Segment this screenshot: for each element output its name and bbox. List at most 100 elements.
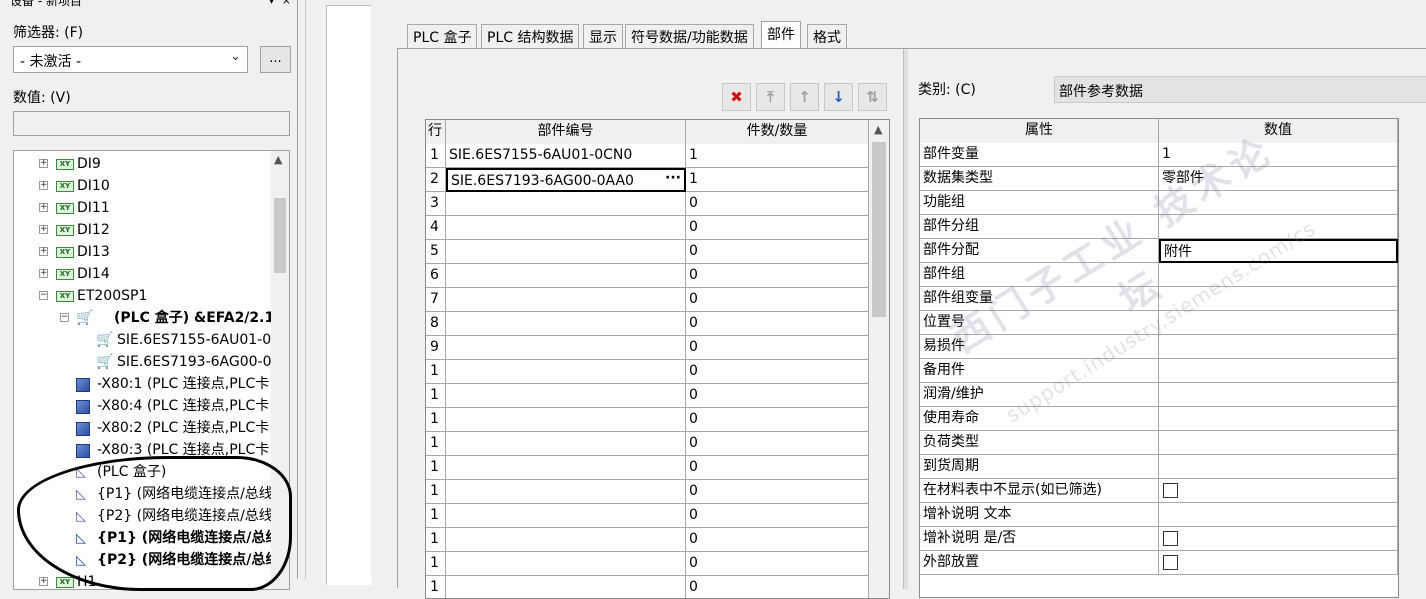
- property-row[interactable]: 部件组变量: [920, 287, 1398, 311]
- tree-item[interactable]: ◺ {P1} (网络电缆连接点/总线: [14, 527, 272, 549]
- part-number-cell[interactable]: [446, 552, 686, 576]
- property-row[interactable]: 部件分组: [920, 215, 1398, 239]
- quantity-cell[interactable]: 0: [686, 552, 869, 576]
- quantity-cell[interactable]: 0: [686, 456, 869, 480]
- category-select[interactable]: 部件参考数据: [1054, 76, 1426, 103]
- property-value[interactable]: 1: [1159, 143, 1398, 167]
- tree-item[interactable]: + XY DI14: [14, 263, 272, 285]
- part-number-cell[interactable]: [446, 288, 686, 312]
- table-row[interactable]: 10: [426, 360, 869, 384]
- collapse-icon[interactable]: −: [39, 291, 48, 300]
- property-row[interactable]: 功能组: [920, 191, 1398, 215]
- part-number-cell[interactable]: [446, 504, 686, 528]
- part-number-cell[interactable]: [446, 192, 686, 216]
- table-row[interactable]: 60: [426, 264, 869, 288]
- table-row[interactable]: 30: [426, 192, 869, 216]
- expand-icon[interactable]: +: [39, 577, 48, 586]
- delete-icon[interactable]: ✖: [722, 83, 751, 111]
- table-row[interactable]: 10: [426, 408, 869, 432]
- table-row[interactable]: 1 SIE.6ES7155-6AU01-0CN0 1: [426, 144, 869, 168]
- property-row[interactable]: 易损件: [920, 335, 1398, 359]
- expand-icon[interactable]: +: [39, 159, 48, 168]
- quantity-cell[interactable]: 0: [686, 480, 869, 504]
- table-row[interactable]: 80: [426, 312, 869, 336]
- quantity-cell[interactable]: 0: [686, 504, 869, 528]
- table-row[interactable]: 10: [426, 384, 869, 408]
- property-row[interactable]: 部件组: [920, 263, 1398, 287]
- tree-item[interactable]: + XY DI13: [14, 241, 272, 263]
- table-row[interactable]: 10: [426, 552, 869, 576]
- tree-item[interactable]: ◺ {P1} (网络电缆连接点/总线: [14, 483, 272, 505]
- property-value[interactable]: [1159, 431, 1398, 455]
- property-value[interactable]: [1159, 503, 1398, 527]
- scroll-up-icon[interactable]: ▲: [274, 153, 282, 166]
- table-row[interactable]: 50: [426, 240, 869, 264]
- tree-item[interactable]: − 🛒 (PLC 盒子) &EFA2/2.1: [14, 307, 272, 329]
- panel-title-buttons[interactable]: ▾ ×: [269, 0, 293, 7]
- quantity-cell[interactable]: 0: [686, 576, 869, 598]
- part-number-cell[interactable]: [446, 360, 686, 384]
- property-value[interactable]: [1159, 335, 1398, 359]
- quantity-cell[interactable]: 0: [686, 312, 869, 336]
- tree-item[interactable]: -X80:3 (PLC 连接点,PLC卡: [14, 439, 272, 461]
- quantity-cell[interactable]: 0: [686, 240, 869, 264]
- quantity-cell[interactable]: 1: [686, 144, 869, 168]
- property-row[interactable]: 使用寿命: [920, 407, 1398, 431]
- tree-item[interactable]: + XY DI12: [14, 219, 272, 241]
- scroll-thumb[interactable]: [274, 198, 286, 273]
- filter-select[interactable]: - 未激活 - ⌄: [13, 46, 248, 73]
- property-value[interactable]: 附件: [1159, 239, 1398, 263]
- property-value[interactable]: [1159, 383, 1398, 407]
- part-number-cell[interactable]: [446, 264, 686, 288]
- property-value[interactable]: [1159, 263, 1398, 287]
- property-value[interactable]: 零部件: [1159, 167, 1398, 191]
- part-number-cell[interactable]: [446, 312, 686, 336]
- tree-item[interactable]: ◺ (PLC 盒子): [14, 461, 272, 483]
- property-row[interactable]: 负荷类型: [920, 431, 1398, 455]
- table-row[interactable]: 70: [426, 288, 869, 312]
- table-row[interactable]: 2 SIE.6ES7193-6AG00-0AA0 ··· 1: [426, 168, 869, 192]
- scroll-thumb[interactable]: [872, 142, 886, 317]
- tree-item[interactable]: + XY DI11: [14, 197, 272, 219]
- column-header-quantity[interactable]: 件数/数量: [686, 120, 869, 144]
- column-header-value[interactable]: 数值: [1159, 119, 1398, 143]
- expand-icon[interactable]: +: [39, 203, 48, 212]
- table-row[interactable]: 90: [426, 336, 869, 360]
- expand-icon[interactable]: +: [39, 181, 48, 190]
- part-number-cell[interactable]: [446, 480, 686, 504]
- table-row[interactable]: 10: [426, 432, 869, 456]
- part-number-cell[interactable]: [446, 336, 686, 360]
- quantity-cell[interactable]: 0: [686, 528, 869, 552]
- column-header-property[interactable]: 属性: [920, 119, 1159, 143]
- property-value[interactable]: [1159, 407, 1398, 431]
- property-value[interactable]: [1159, 287, 1398, 311]
- property-value[interactable]: [1159, 479, 1398, 503]
- quantity-cell[interactable]: 0: [686, 408, 869, 432]
- table-row[interactable]: 10: [426, 504, 869, 528]
- column-header-part-number[interactable]: 部件编号: [446, 120, 686, 144]
- part-number-cell[interactable]: SIE.6ES7193-6AG00-0AA0 ···: [446, 168, 686, 192]
- table-row[interactable]: 40: [426, 216, 869, 240]
- scroll-up-icon[interactable]: ▲: [874, 123, 882, 136]
- tree-item[interactable]: + XY H1: [14, 571, 272, 589]
- tree-item[interactable]: − XY ET200SP1: [14, 285, 272, 307]
- part-number-cell[interactable]: [446, 384, 686, 408]
- table-row[interactable]: 10: [426, 528, 869, 552]
- tab-3[interactable]: 符号数据/功能数据: [625, 24, 754, 49]
- tree-item[interactable]: -X80:2 (PLC 连接点,PLC卡: [14, 417, 272, 439]
- table-row[interactable]: 10: [426, 480, 869, 504]
- property-value[interactable]: [1159, 311, 1398, 335]
- tree-item[interactable]: ◺ {P2} (网络电缆连接点/总线: [14, 505, 272, 527]
- property-row[interactable]: 部件分配 附件: [920, 239, 1398, 263]
- tree-item[interactable]: ◺ {P2} (网络电缆连接点/总线: [14, 549, 272, 571]
- move-up-icon[interactable]: ↑: [790, 83, 819, 111]
- property-row[interactable]: 润滑/维护: [920, 383, 1398, 407]
- tree-item[interactable]: + XY DI10: [14, 175, 272, 197]
- quantity-cell[interactable]: 0: [686, 336, 869, 360]
- property-row[interactable]: 到货周期: [920, 455, 1398, 479]
- part-number-cell[interactable]: [446, 240, 686, 264]
- move-down-icon[interactable]: ↓: [824, 83, 853, 111]
- property-row[interactable]: 备用件: [920, 359, 1398, 383]
- property-row[interactable]: 部件变量 1: [920, 143, 1398, 167]
- property-row[interactable]: 数据集类型 零部件: [920, 167, 1398, 191]
